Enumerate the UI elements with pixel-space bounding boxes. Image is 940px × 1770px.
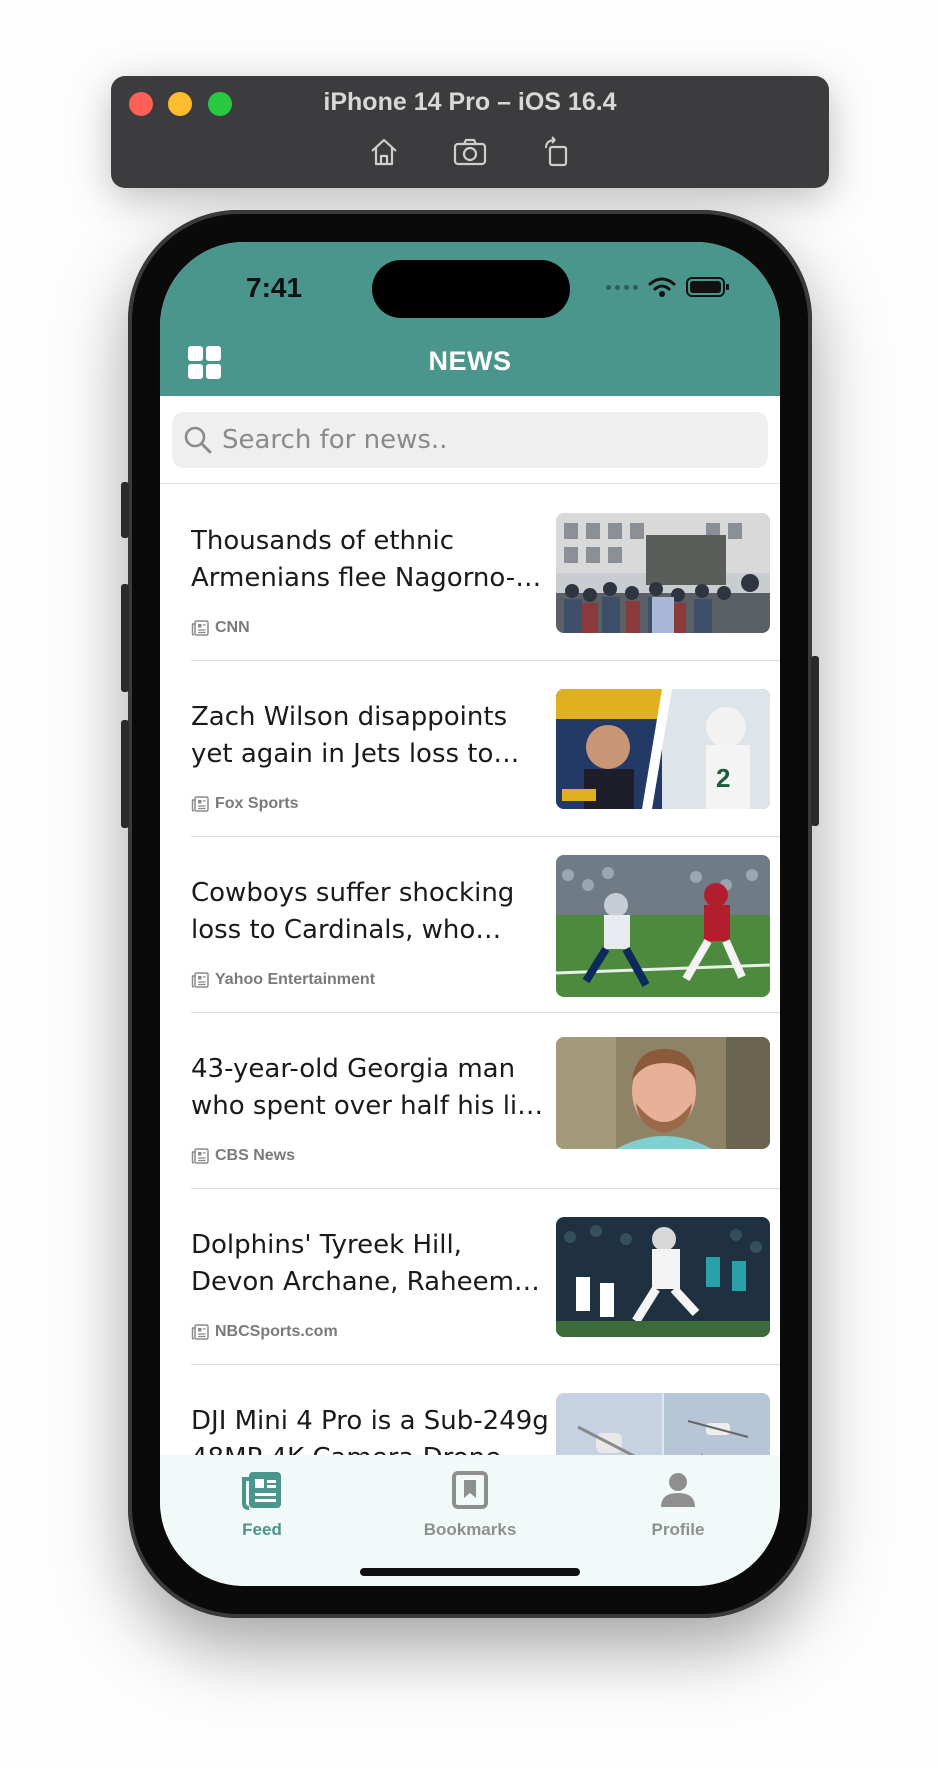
article-source: CNN (191, 619, 250, 637)
article-source: NBCSports.com (191, 1323, 338, 1341)
football-field-photo (556, 855, 770, 997)
mute-switch (121, 482, 129, 538)
person-icon (661, 1473, 695, 1507)
article-title: 43-year-old Georgia man who spent over h… (191, 1054, 543, 1121)
tab-bookmarks[interactable]: Bookmarks (390, 1469, 550, 1540)
status-time: 7:41 (246, 272, 303, 303)
tab-bar: Feed Bookmarks Profile (160, 1455, 780, 1586)
tab-profile-label: Profile (651, 1520, 705, 1539)
search-bar-container (160, 396, 780, 484)
newspaper-icon (242, 1472, 281, 1510)
article-source-name: Fox Sports (215, 795, 299, 812)
search-input[interactable] (222, 425, 742, 455)
volume-up-button (121, 584, 129, 692)
article-item[interactable]: Zach Wilson disappoints yet again in Jet… (191, 661, 780, 837)
svg-text:2: 2 (716, 763, 730, 793)
home-indicator[interactable] (360, 1568, 580, 1576)
tab-bookmarks-label: Bookmarks (423, 1520, 517, 1539)
article-item[interactable]: Cowboys suffer shocking loss to Cardinal… (191, 837, 780, 1013)
dynamic-island (372, 260, 570, 318)
article-source-name: NBCSports.com (215, 1323, 338, 1340)
newspaper-icon (191, 620, 209, 636)
power-button (811, 656, 819, 826)
article-source-name: Yahoo Entertainment (215, 971, 376, 988)
article-source-name: CNN (215, 619, 250, 636)
wifi-icon (648, 277, 676, 297)
page-title: NEWS (428, 346, 512, 376)
newspaper-icon (191, 1148, 209, 1164)
portrait-photo (556, 1037, 770, 1149)
article-item[interactable]: Thousands of ethnic Armenians flee Nagor… (191, 485, 780, 661)
article-item[interactable]: Dolphins' Tyreek Hill, Devon Archane, Ra… (191, 1189, 780, 1365)
news-feed: Thousands of ethnic Armenians flee Nagor… (160, 485, 780, 1457)
article-source-name: CBS News (215, 1147, 296, 1164)
newspaper-icon (191, 1324, 209, 1340)
screenshot-icon[interactable] (452, 134, 488, 170)
article-title: Cowboys suffer shocking loss to Cardinal… (191, 878, 515, 945)
desktop-background: iPhone 14 Pro – iOS 16.4 7:41 NEWS Searc… (0, 0, 940, 1770)
article-title: Thousands of ethnic Armenians flee Nagor… (191, 526, 516, 593)
battery-icon (686, 277, 729, 297)
article-title: Zach Wilson disappoints yet again in Jet… (191, 702, 508, 769)
article-source: Yahoo Entertainment (191, 971, 375, 989)
tab-feed[interactable]: Feed (182, 1469, 342, 1540)
home-icon[interactable] (366, 134, 402, 170)
rotate-icon[interactable] (538, 134, 574, 170)
article-title: Dolphins' Tyreek Hill, Devon Archane, Ra… (191, 1230, 514, 1297)
drone-photo (556, 1393, 770, 1457)
article-source: CBS News (191, 1147, 295, 1165)
newspaper-icon (191, 972, 209, 988)
article-item[interactable]: DJI Mini 4 Pro is a Sub-249g 48MP 4K Cam… (191, 1365, 780, 1457)
article-item[interactable]: 43-year-old Georgia man who spent over h… (191, 1013, 780, 1189)
cellular-signal-icon (606, 284, 638, 290)
sports-show-photo: 2 (556, 689, 770, 809)
volume-down-button (121, 720, 129, 828)
search-icon (184, 426, 212, 454)
simulator-titlebar: iPhone 14 Pro – iOS 16.4 (111, 76, 829, 188)
tab-profile[interactable]: Profile (598, 1469, 758, 1540)
simulator-title: iPhone 14 Pro – iOS 16.4 (323, 88, 617, 116)
status-icons (606, 276, 730, 298)
article-title: DJI Mini 4 Pro is a Sub-249g 48MP 4K Cam… (191, 1406, 549, 1457)
bookmark-icon (452, 1471, 488, 1509)
newspaper-icon (191, 796, 209, 812)
phone-screen: 7:41 NEWS Search for news.. Thousands of… (160, 242, 780, 1586)
tab-feed-label: Feed (242, 1520, 282, 1539)
article-source: Fox Sports (191, 795, 299, 813)
app-header: 7:41 NEWS (160, 242, 780, 396)
football-player-photo (556, 1217, 770, 1337)
crowd-photo (556, 513, 770, 633)
search-bar[interactable] (172, 412, 768, 468)
